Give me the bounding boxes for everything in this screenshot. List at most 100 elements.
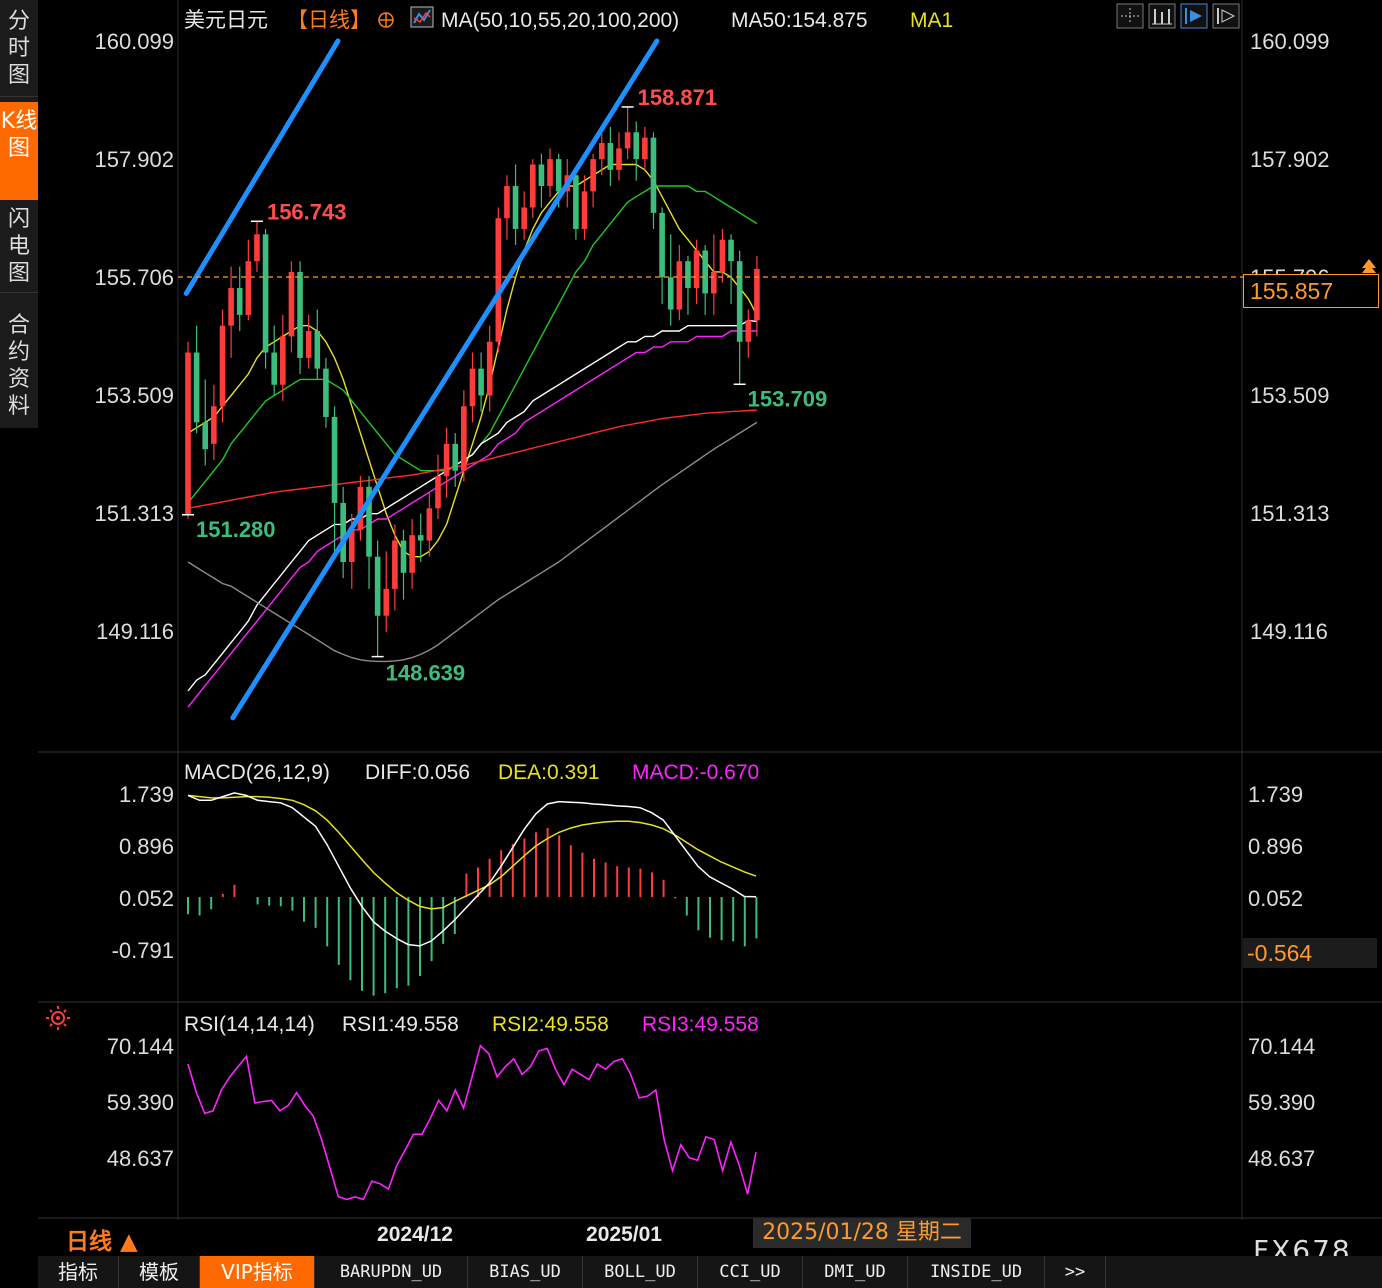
trend-channel-lines[interactable] — [183, 38, 660, 721]
price-tick-left: 151.313 — [94, 501, 174, 526]
candle-body — [581, 191, 588, 229]
candle-body — [417, 535, 424, 541]
rsi-tick-right: 70.144 — [1248, 1034, 1315, 1059]
candle-body — [435, 476, 441, 509]
ma50-value: MA50:154.875 — [731, 9, 868, 32]
cursor-date-badge: 2025/01/28 星期二 — [753, 1218, 971, 1248]
fullscreen-icon[interactable] — [1212, 3, 1240, 29]
candle-body — [254, 234, 260, 262]
time-label-jan: 2025/01 — [586, 1223, 662, 1246]
candle-body — [573, 175, 579, 229]
price-tick-left: 157.902 — [94, 147, 174, 172]
macd-tick-right: 0.052 — [1248, 886, 1303, 911]
tab-inside[interactable]: INSIDE_UD — [908, 1256, 1045, 1288]
candle-body — [512, 185, 519, 229]
macd-tick-left: 1.739 — [119, 782, 174, 807]
tab-vip-indicators[interactable]: VIP指标 — [200, 1256, 315, 1288]
candle-body — [236, 288, 243, 315]
candle-body — [538, 164, 545, 186]
rsi2-value: RSI2:49.558 — [492, 1013, 609, 1036]
rsi-plot — [187, 1044, 757, 1201]
candle-body — [702, 250, 708, 294]
candle-body — [642, 137, 648, 160]
candle-body — [659, 212, 665, 278]
price-tick-right: 149.116 — [1250, 619, 1328, 644]
macd-plot — [187, 792, 758, 996]
candle-body — [392, 540, 398, 589]
candle-body — [745, 320, 752, 342]
candle-body — [676, 261, 683, 310]
ma1-label: MA1 — [910, 9, 953, 32]
price-tick-left: 160.099 — [94, 29, 174, 54]
candle-body — [685, 261, 691, 289]
candle-body — [331, 416, 338, 503]
period-label[interactable]: 【日线】 — [287, 9, 371, 32]
tab-barupdn[interactable]: BARUPDN_UD — [315, 1256, 468, 1288]
candle-body — [280, 336, 286, 385]
period-selector[interactable]: 日线 ▲ — [66, 1222, 138, 1256]
macd-diff-value: DIFF:0.056 — [365, 761, 470, 784]
indicator-toolbar: 指标 模板 VIP指标 BARUPDN_UD BIAS_UD BOLL_UD C… — [38, 1256, 1382, 1288]
candle-body — [693, 250, 700, 289]
candle-body — [711, 271, 717, 294]
symbol-name: 美元日元 — [184, 9, 268, 32]
price-tick-right: 157.902 — [1250, 147, 1330, 172]
high-price-label: 158.871 — [638, 85, 718, 110]
candle-body — [607, 143, 614, 170]
price-chart-canvas[interactable]: 美元日元 【日线】 MA(50,10,55,20,100,200) MA50:1… — [0, 0, 1382, 1288]
candle-body — [219, 325, 226, 407]
tab-indicators[interactable]: 指标 — [38, 1256, 119, 1288]
price-tick-right: 153.509 — [1250, 383, 1330, 408]
price-tick-right: 151.313 — [1250, 501, 1330, 526]
candle-body — [340, 502, 346, 563]
candle-body — [305, 331, 312, 358]
candle-body — [478, 368, 484, 396]
draw-tool-icon[interactable] — [1180, 3, 1208, 29]
candle-body — [185, 352, 191, 515]
price-tick-left: 155.706 — [94, 265, 174, 290]
candle-body — [728, 239, 734, 262]
tab-cci[interactable]: CCI_UD — [698, 1256, 803, 1288]
rsi-tick-left: 70.144 — [107, 1034, 174, 1059]
macd-tick-left: -0.791 — [112, 938, 174, 963]
rsi-tick-left: 59.390 — [107, 1090, 174, 1115]
tab-dmi[interactable]: DMI_UD — [803, 1256, 908, 1288]
rsi-tick-left: 48.637 — [107, 1146, 174, 1171]
crosshair-icon[interactable] — [378, 12, 394, 28]
candle-body — [547, 159, 553, 186]
candle-body — [624, 132, 631, 149]
indicator-chart-icon[interactable] — [410, 6, 434, 28]
moving-average-lines — [187, 163, 758, 708]
candle-body — [486, 341, 493, 396]
candle-body — [211, 406, 217, 444]
grid-layout-icon[interactable] — [1116, 3, 1144, 29]
ma-line-4 — [187, 409, 757, 509]
macd-hist-value: MACD:-0.670 — [632, 761, 759, 784]
candle-body — [633, 132, 640, 160]
tab-templates[interactable]: 模板 — [119, 1256, 200, 1288]
ma-line-5 — [187, 421, 758, 663]
macd-tick-left: 0.896 — [119, 834, 174, 859]
macd-tick-right: 1.739 — [1248, 782, 1303, 807]
recent-low-label: 153.709 — [748, 386, 828, 411]
candle-body — [530, 164, 536, 208]
candle-body — [469, 368, 476, 407]
candle-body — [521, 207, 527, 229]
candle-body — [245, 261, 252, 315]
rsi-header: RSI(14,14,14) — [184, 1013, 315, 1036]
candle-body — [409, 535, 415, 573]
tab-boll[interactable]: BOLL_UD — [583, 1256, 698, 1288]
tab-bias[interactable]: BIAS_UD — [468, 1256, 583, 1288]
tab-more[interactable]: >> — [1045, 1256, 1106, 1288]
rsi1-value: RSI1:49.558 — [342, 1013, 459, 1036]
candle-body — [590, 159, 596, 192]
candle-body — [650, 137, 657, 213]
candle-body — [461, 406, 467, 471]
macd-dea-value: DEA:0.391 — [498, 761, 600, 784]
settings-gear-icon[interactable] — [46, 1006, 70, 1030]
candle-body — [452, 443, 459, 471]
period-switch-icon[interactable] — [1148, 3, 1176, 29]
macd-current-badge: -0.564 — [1243, 938, 1377, 968]
macd-header: MACD(26,12,9) — [184, 761, 330, 784]
candle-body — [193, 352, 200, 423]
